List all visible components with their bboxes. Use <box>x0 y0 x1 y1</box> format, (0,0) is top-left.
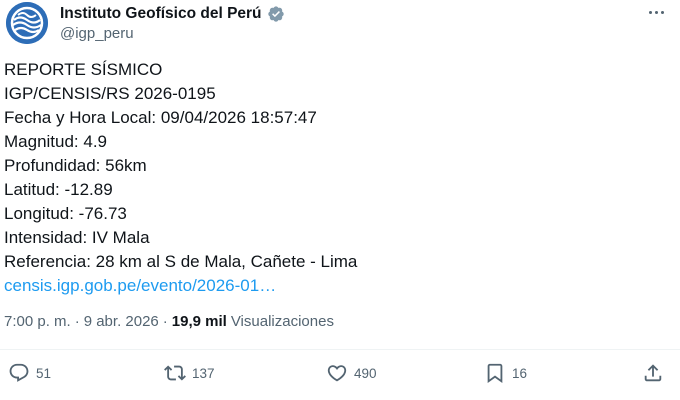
avatar[interactable] <box>6 2 48 44</box>
tweet-line-report-id: IGP/CENSIS/RS 2026-0195 <box>4 84 216 103</box>
views-label: Visualizaciones <box>230 313 334 330</box>
tweet-line-depth: Profundidad: 56km <box>4 156 147 175</box>
event-link[interactable]: censis.igp.gob.pe/evento/2026-01… <box>4 274 674 298</box>
tweet-line-latitude: Latitud: -12.89 <box>4 180 113 199</box>
author-handle[interactable]: @igp_peru <box>60 25 134 42</box>
verified-badge-icon <box>267 6 284 22</box>
retweet-button[interactable]: 137 <box>164 362 215 384</box>
tweet-meta: 7:00 p. m. · 9 abr. 2026 · 19,9 mil Visu… <box>4 313 334 330</box>
reply-count: 51 <box>36 365 52 381</box>
tweet-time[interactable]: 7:00 p. m. <box>4 313 71 330</box>
meta-separator: · <box>74 313 80 330</box>
views-count: 19,9 mil <box>171 313 227 330</box>
tweet-line-intensity: Intensidad: IV Mala <box>4 228 150 247</box>
heart-icon <box>327 365 347 382</box>
share-icon <box>644 364 662 382</box>
meta-separator-2: · <box>162 313 168 330</box>
share-button[interactable] <box>642 362 664 384</box>
reply-icon <box>9 363 29 382</box>
like-count: 490 <box>354 365 377 381</box>
tweet-line-longitude: Longitud: -76.73 <box>4 204 127 223</box>
tweet-header: Instituto Geofísico del Perú @igp_peru <box>0 0 680 50</box>
tweet-line-reference: Referencia: 28 km al S de Mala, Cañete -… <box>4 252 358 271</box>
tweet-actions: 51 137 490 16 <box>0 360 680 388</box>
like-button[interactable]: 490 <box>326 362 377 384</box>
tweet-line-title: REPORTE SÍSMICO <box>4 60 163 79</box>
more-dots-icon[interactable] <box>644 2 668 22</box>
author-display-name[interactable]: Instituto Geofísico del Perú <box>60 5 262 23</box>
retweet-icon <box>164 365 186 381</box>
bookmark-icon <box>487 363 503 384</box>
author-name-row: Instituto Geofísico del Perú <box>60 4 285 24</box>
divider <box>0 349 680 350</box>
bookmark-count: 16 <box>512 365 528 381</box>
tweet-text: REPORTE SÍSMICO IGP/CENSIS/RS 2026-0195 … <box>4 58 674 298</box>
tweet-date[interactable]: 9 abr. 2026 <box>84 313 159 330</box>
reply-button[interactable]: 51 <box>8 362 51 384</box>
tweet-line-datetime: Fecha y Hora Local: 09/04/2026 18:57:47 <box>4 108 317 127</box>
igp-logo-icon <box>6 2 48 44</box>
tweet-line-magnitude: Magnitud: 4.9 <box>4 132 108 151</box>
bookmark-button[interactable]: 16 <box>484 362 527 384</box>
retweet-count: 137 <box>192 365 215 381</box>
